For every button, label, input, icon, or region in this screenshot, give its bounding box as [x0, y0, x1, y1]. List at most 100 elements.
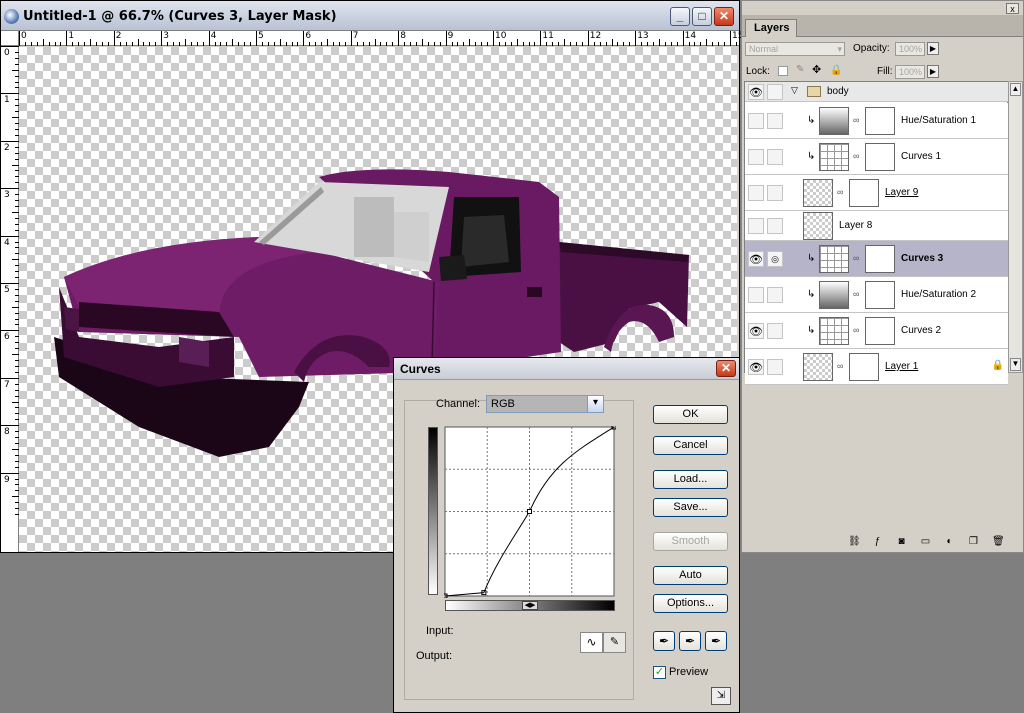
fill-input[interactable]: 100% — [895, 65, 925, 79]
layer-mask-thumbnail[interactable] — [849, 353, 879, 381]
panel-close-button[interactable]: x — [1006, 3, 1019, 14]
close-button[interactable]: ✕ — [714, 7, 734, 26]
black-eyedropper-icon[interactable]: ✒ — [653, 631, 675, 651]
eye-icon[interactable] — [748, 185, 764, 201]
adjustment-layer-icon[interactable]: ◐ — [944, 536, 955, 547]
layer-mask-thumbnail[interactable] — [849, 179, 879, 207]
eye-icon[interactable]: 👁 — [748, 359, 764, 375]
eye-icon[interactable] — [748, 218, 764, 234]
layer-link-slot[interactable] — [767, 113, 783, 129]
layer-mask-thumbnail[interactable] — [865, 143, 895, 171]
layers-scrollbar[interactable]: ▲ ▼ — [1008, 81, 1023, 373]
layer-mask-thumbnail[interactable] — [865, 281, 895, 309]
horizontal-ruler[interactable]: 0 1 2 3 4 5 6 7 8 9 10 11 12 13 14 15 — [19, 31, 773, 46]
new-group-icon[interactable]: ▭ — [920, 536, 931, 547]
curves-title-bar[interactable]: Curves ✕ — [394, 358, 739, 380]
layer-thumbnail[interactable] — [819, 281, 849, 309]
mask-link-icon[interactable]: ◎ — [767, 251, 783, 267]
opacity-input[interactable]: 100% — [895, 42, 925, 56]
layer-row[interactable]: ↳ ∞ Hue/Saturation 1 — [745, 103, 1008, 139]
chain-link-icon[interactable]: ∞ — [837, 361, 843, 371]
gray-eyedropper-icon[interactable]: ✒ — [679, 631, 701, 651]
vertical-ruler[interactable]: 0 1 2 3 4 5 6 7 8 9 — [1, 46, 19, 552]
gradient-toggle-icon[interactable]: ◀▶ — [522, 601, 538, 610]
fill-arrow-button[interactable]: ▶ — [927, 65, 939, 78]
layer-row[interactable]: Layer 8 — [745, 211, 1008, 241]
layer-row[interactable]: ↳ ∞ Hue/Saturation 2 — [745, 277, 1008, 313]
layer-link-slot[interactable] — [767, 185, 783, 201]
layer-link-slot[interactable] — [767, 218, 783, 234]
document-title-bar[interactable]: Untitled-1 @ 66.7% (Curves 3, Layer Mask… — [1, 1, 739, 31]
options-button[interactable]: Options... — [653, 594, 728, 613]
layer-row[interactable]: ↳ ∞ Curves 1 — [745, 139, 1008, 175]
curve-graph[interactable] — [444, 426, 616, 598]
scroll-down-button[interactable]: ▼ — [1010, 358, 1021, 371]
chain-link-icon[interactable]: ∞ — [853, 253, 859, 263]
eye-icon[interactable]: 👁 — [748, 323, 764, 339]
layer-group-body[interactable]: 👁 ▽ body — [745, 82, 1008, 102]
cancel-button[interactable]: Cancel — [653, 436, 728, 455]
layer-mask-thumbnail[interactable] — [865, 245, 895, 273]
lock-all-icon[interactable]: 🔒 — [830, 65, 842, 76]
layer-style-icon[interactable]: ƒ — [872, 536, 883, 547]
link-layers-icon[interactable]: ⛓ — [848, 536, 861, 547]
layer-thumbnail[interactable] — [819, 317, 849, 345]
layer-row[interactable]: 👁 ◎ ↳ ∞ Curves 3 — [745, 241, 1008, 277]
lock-move-icon[interactable]: ✥ — [812, 63, 821, 76]
white-eyedropper-icon[interactable]: ✒ — [705, 631, 727, 651]
new-layer-icon[interactable]: ❐ — [968, 536, 979, 547]
curve-control-point[interactable] — [527, 509, 532, 514]
scroll-up-button[interactable]: ▲ — [1010, 83, 1021, 96]
delete-layer-icon[interactable]: 🗑 — [992, 536, 1005, 547]
layer-link-slot[interactable] — [767, 84, 783, 100]
chain-link-icon[interactable]: ∞ — [853, 289, 859, 299]
channel-select[interactable]: RGB ▾ — [486, 395, 604, 413]
eye-icon[interactable]: 👁 — [748, 251, 764, 267]
layer-row[interactable]: 👁 ∞ Layer 1 🔒 — [745, 349, 1008, 385]
chevron-down-icon[interactable]: ▽ — [791, 85, 798, 96]
ruler-origin[interactable] — [1, 31, 19, 46]
save-button[interactable]: Save... — [653, 498, 728, 517]
chain-link-icon[interactable]: ∞ — [853, 151, 859, 161]
auto-button[interactable]: Auto — [653, 566, 728, 585]
load-button[interactable]: Load... — [653, 470, 728, 489]
close-button[interactable]: ✕ — [716, 360, 736, 377]
eye-icon[interactable] — [748, 149, 764, 165]
layer-thumbnail[interactable] — [803, 179, 833, 207]
ruler-minor-tick — [451, 42, 453, 46]
maximize-button[interactable]: □ — [692, 7, 712, 26]
layer-link-slot[interactable] — [767, 287, 783, 303]
layer-thumbnail[interactable] — [819, 245, 849, 273]
tab-layers[interactable]: Layers — [745, 19, 797, 37]
layer-row[interactable]: ∞ Layer 9 — [745, 175, 1008, 211]
pencil-tool-icon[interactable]: ✎ — [603, 632, 626, 653]
blend-mode-select[interactable]: Normal ▾ — [745, 42, 845, 56]
layer-thumbnail[interactable] — [803, 353, 833, 381]
opacity-arrow-button[interactable]: ▶ — [927, 42, 939, 55]
eye-icon[interactable]: 👁 — [748, 84, 764, 100]
layer-mask-thumbnail[interactable] — [865, 107, 895, 135]
chain-link-icon[interactable]: ∞ — [853, 325, 859, 335]
layer-link-slot[interactable] — [767, 149, 783, 165]
curve-tool-icon[interactable]: ∿ — [580, 632, 603, 653]
chain-link-icon[interactable]: ∞ — [837, 187, 843, 197]
chain-link-icon[interactable]: ∞ — [853, 115, 859, 125]
layer-link-slot[interactable] — [767, 323, 783, 339]
expand-dialog-icon[interactable]: ⇲ — [711, 687, 731, 705]
eye-icon[interactable] — [748, 287, 764, 303]
add-mask-icon[interactable]: ◙ — [896, 536, 907, 547]
lock-brush-icon[interactable]: ✎ — [796, 64, 804, 75]
minimize-button[interactable]: _ — [670, 7, 690, 26]
ok-button[interactable]: OK — [653, 405, 728, 424]
eye-icon[interactable] — [748, 113, 764, 129]
layer-thumbnail[interactable] — [819, 143, 849, 171]
layer-mask-thumbnail[interactable] — [865, 317, 895, 345]
ruler-minor-tick — [107, 42, 109, 46]
layer-thumbnail[interactable] — [803, 212, 833, 240]
layer-link-slot[interactable] — [767, 359, 783, 375]
layer-row[interactable]: 👁 ↳ ∞ Curves 2 — [745, 313, 1008, 349]
preview-checkbox[interactable]: ✓ — [653, 666, 666, 679]
layer-thumbnail[interactable] — [819, 107, 849, 135]
lock-transparency-icon[interactable] — [778, 66, 788, 76]
chevron-down-icon[interactable]: ▾ — [587, 396, 603, 412]
